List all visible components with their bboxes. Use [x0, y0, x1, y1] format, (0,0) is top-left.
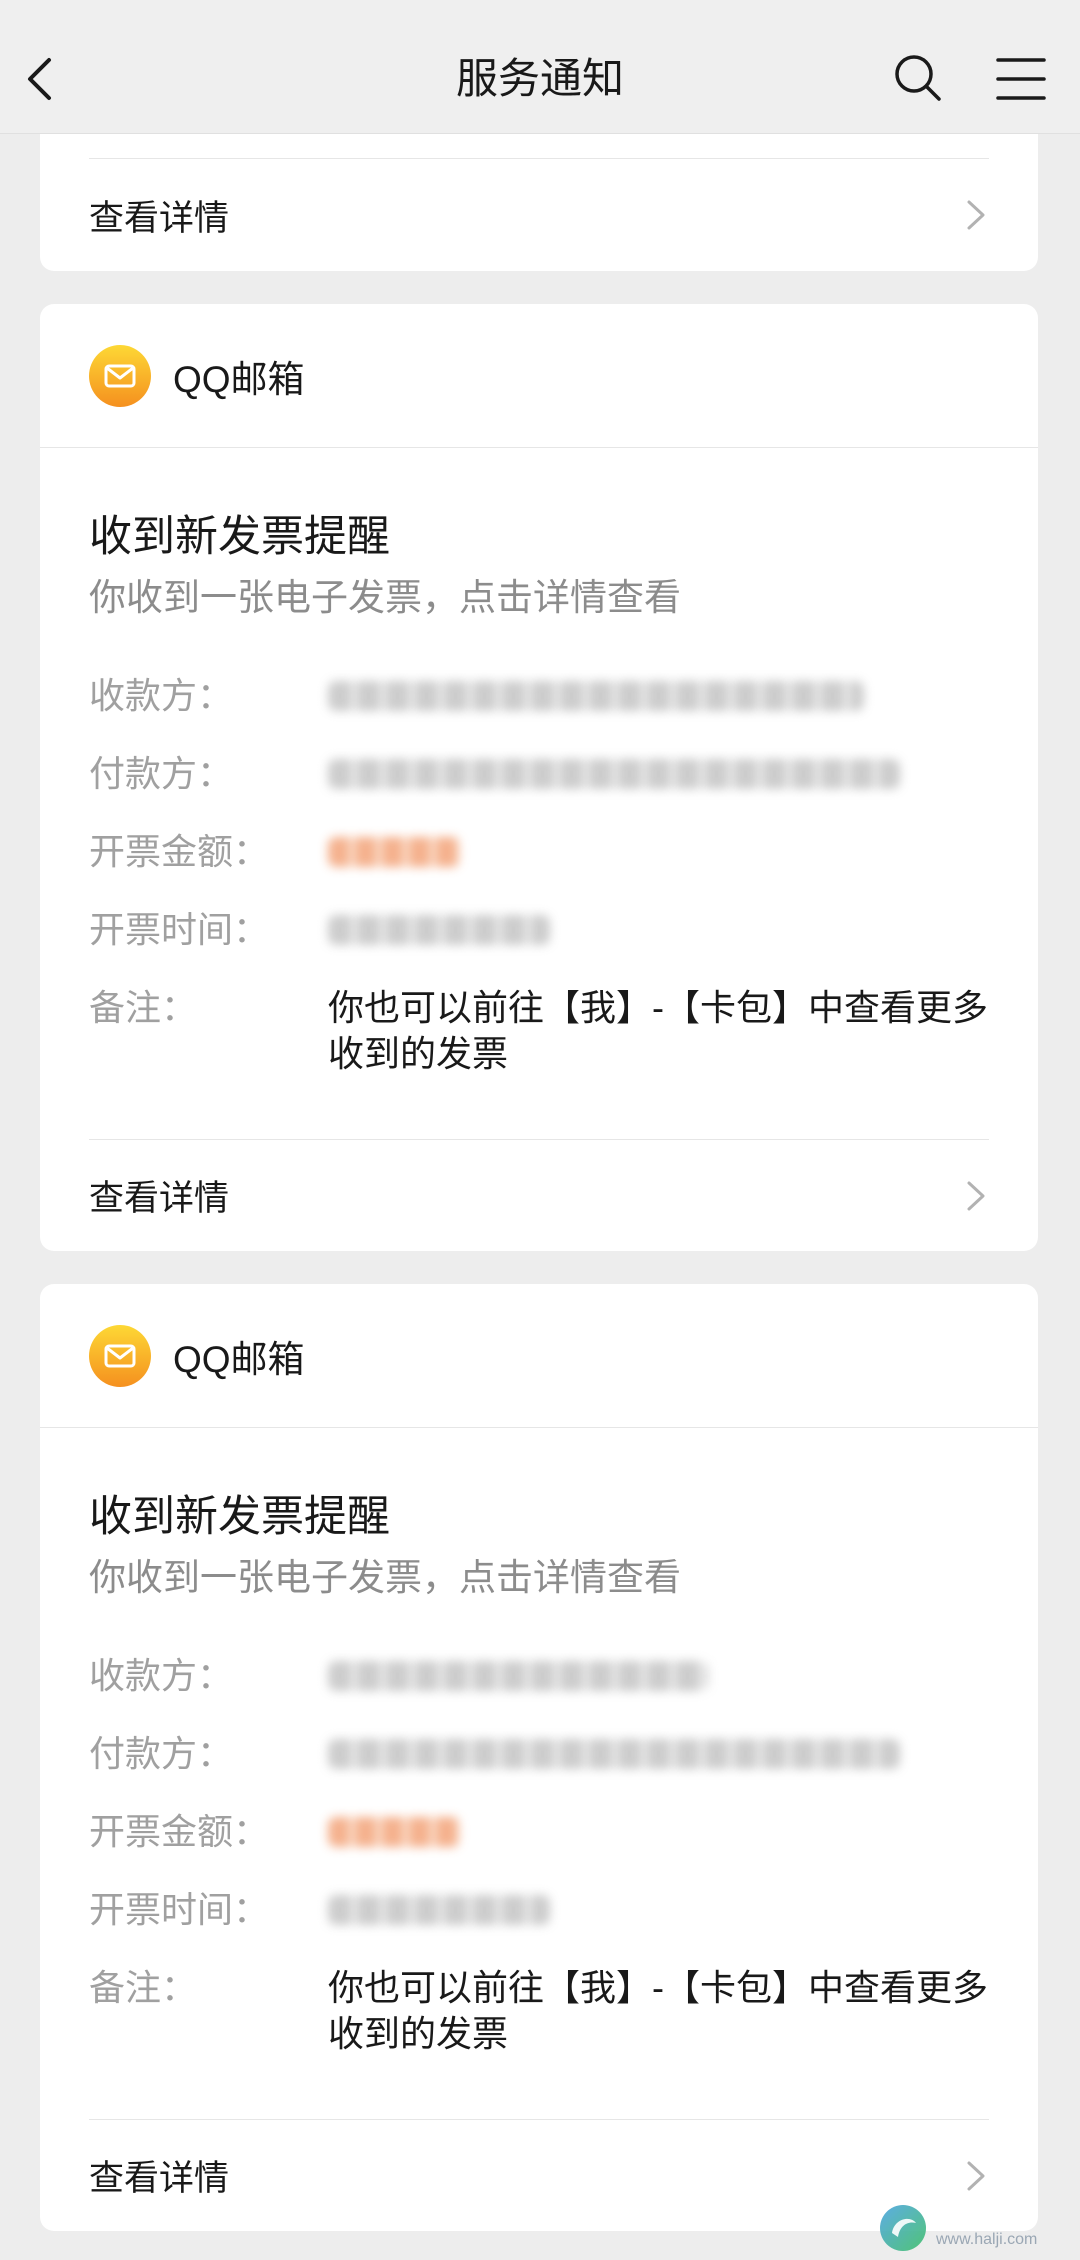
- remark-line: 收到的发票: [328, 1033, 509, 1074]
- site-logo-icon: [878, 2203, 928, 2253]
- field-row-remark: 备注： 你也可以前往【我】-【卡包】中查看更多 收到的发票: [89, 985, 989, 1077]
- notice-title: 收到新发票提醒: [89, 513, 390, 561]
- view-details-label: 查看详情: [89, 1179, 230, 1218]
- service-notifications-screen: 服务通知 查看详情 QQ邮箱 收到新发票提醒 你收到一张电子发票，点击详情查看 …: [0, 0, 1080, 2260]
- remark-line: 你也可以前往【我】-【卡包】中查看更多: [328, 987, 988, 1028]
- card-body[interactable]: 收到新发票提醒 你收到一张电子发票，点击详情查看 收款方： 付款方： 开票金额：…: [40, 448, 1038, 1139]
- redacted-payer-value: [328, 1739, 900, 1769]
- invoice-notification-card: QQ邮箱 收到新发票提醒 你收到一张电子发票，点击详情查看 收款方： 付款方： …: [40, 304, 1038, 1251]
- search-icon[interactable]: [892, 52, 944, 104]
- chevron-right-icon: [965, 198, 987, 232]
- field-label-payer: 付款方：: [89, 753, 234, 794]
- navigation-bar: 服务通知: [0, 0, 1080, 134]
- field-list: 收款方： 付款方： 开票金额： 开票时间： 备注： 你也可以前往【我】-【卡包】…: [89, 1653, 989, 2057]
- menu-icon[interactable]: [996, 56, 1046, 102]
- card-body[interactable]: 收到新发票提醒 你收到一张电子发票，点击详情查看 收款方： 付款方： 开票金额：…: [40, 1428, 1038, 2119]
- notice-title: 收到新发票提醒: [89, 1493, 390, 1541]
- redacted-amount-value: [328, 837, 460, 867]
- redacted-amount-value: [328, 1817, 460, 1847]
- redacted-date-value: [328, 1895, 550, 1925]
- field-row-payer: 付款方：: [89, 751, 989, 797]
- redacted-payee-value: [328, 1661, 708, 1691]
- field-row-amount: 开票金额：: [89, 829, 989, 875]
- remark-value: 你也可以前往【我】-【卡包】中查看更多 收到的发票: [328, 1965, 989, 2057]
- field-label-amount: 开票金额：: [89, 831, 270, 872]
- source-name: QQ邮箱: [173, 1338, 305, 1380]
- remark-line: 你也可以前往【我】-【卡包】中查看更多: [328, 1967, 988, 2008]
- field-label-date: 开票时间：: [89, 909, 270, 950]
- field-row-payee: 收款方：: [89, 673, 989, 719]
- field-label-amount: 开票金额：: [89, 1811, 270, 1852]
- field-row-date: 开票时间：: [89, 1887, 989, 1933]
- view-details-link[interactable]: 查看详情: [40, 158, 1038, 271]
- field-row-date: 开票时间：: [89, 907, 989, 953]
- field-label-payer: 付款方：: [89, 1733, 234, 1774]
- redacted-payee-value: [328, 681, 864, 711]
- source-name: QQ邮箱: [173, 358, 305, 400]
- field-list: 收款方： 付款方： 开票金额： 开票时间： 备注： 你也可以前往【我】-【卡包】…: [89, 673, 989, 1077]
- card-source-header[interactable]: QQ邮箱: [40, 1284, 1038, 1428]
- field-label-remark: 备注：: [89, 987, 198, 1028]
- notice-subtitle: 你收到一张电子发票，点击详情查看: [89, 1557, 681, 1598]
- view-details-label: 查看详情: [89, 2159, 230, 2198]
- invoice-notification-card: QQ邮箱 收到新发票提醒 你收到一张电子发票，点击详情查看 收款方： 付款方： …: [40, 1284, 1038, 2231]
- field-label-remark: 备注：: [89, 1967, 198, 2008]
- card-source-header[interactable]: QQ邮箱: [40, 304, 1038, 448]
- chevron-right-icon: [965, 1179, 987, 1213]
- field-row-amount: 开票金额：: [89, 1809, 989, 1855]
- notification-card-partial: 查看详情: [40, 134, 1038, 271]
- view-details-label: 查看详情: [89, 198, 230, 238]
- remark-line: 收到的发票: [328, 2013, 509, 2054]
- field-label-payee: 收款方：: [89, 1655, 234, 1696]
- field-row-payer: 付款方：: [89, 1731, 989, 1777]
- field-label-date: 开票时间：: [89, 1889, 270, 1930]
- redacted-date-value: [328, 915, 550, 945]
- watermark-text: www.halji.com: [936, 2231, 1038, 2248]
- qq-mail-icon: [89, 1324, 151, 1387]
- field-row-payee: 收款方：: [89, 1653, 989, 1699]
- notice-subtitle: 你收到一张电子发票，点击详情查看: [89, 577, 681, 618]
- redacted-payer-value: [328, 759, 900, 789]
- chevron-right-icon: [965, 2159, 987, 2193]
- field-label-payee: 收款方：: [89, 675, 234, 716]
- qq-mail-icon: [89, 344, 151, 407]
- view-details-link[interactable]: 查看详情: [40, 1139, 1038, 1251]
- remark-value: 你也可以前往【我】-【卡包】中查看更多 收到的发票: [328, 985, 989, 1077]
- field-row-remark: 备注： 你也可以前往【我】-【卡包】中查看更多 收到的发票: [89, 1965, 989, 2057]
